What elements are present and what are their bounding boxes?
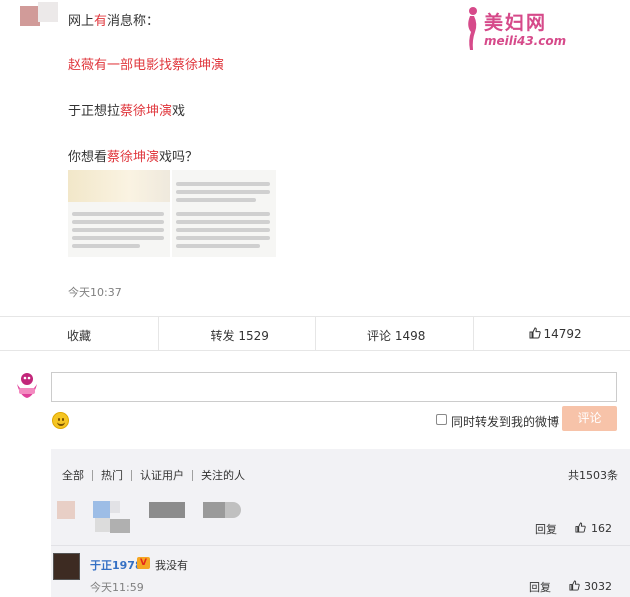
filter-tab-following[interactable]: 关注的人 [201,467,245,483]
filter-tab-all[interactable]: 全部 [62,467,84,483]
reply-button[interactable]: 回复 [529,579,551,595]
hashtag-link[interactable]: 蔡徐坤演 [120,104,172,119]
redacted-block [225,502,241,518]
repost-button[interactable]: 转发 1529 [157,317,316,350]
comment-total-count: 共1503条 [568,469,618,482]
like-count: 3032 [584,580,612,593]
watermark-brand: 美妇网 [484,12,548,34]
comments-panel: 全部 热门 认证用户 关注的人 共1503条 回复 162 于正1978 V 我… [51,449,630,597]
filter-tab-verified[interactable]: 认证用户 [140,467,184,483]
woman-silhouette-icon [468,7,477,50]
repost-checkbox[interactable] [436,414,447,425]
post-line-4: 你想看蔡徐坤演戏吗？ [68,150,199,165]
comment-divider [51,545,630,546]
thumbs-up-icon[interactable] [575,522,586,533]
post-line-3: 于正想拉蔡徐坤演戏 [68,104,186,119]
thumbs-up-icon [529,327,541,339]
filter-tab-hot[interactable]: 热门 [101,467,123,483]
comment-button[interactable]: 评论 1498 [315,317,473,350]
redacted-block [149,502,185,518]
post-image-thumbnail[interactable] [68,170,170,257]
emoji-icon[interactable] [52,412,69,429]
comment-timestamp: 今天11:59 [90,581,144,594]
watermark-url: meili43.com [484,34,567,48]
verified-v-icon: V [137,557,150,569]
post-action-bar: 收藏 转发 1529 评论 1498 14792 [0,316,630,351]
post-line-1: 网上有消息称： [68,14,160,29]
post-timestamp[interactable]: 今天10:37 [68,284,122,300]
post-line-2: 赵薇有一部电影找蔡徐坤演 [68,58,225,73]
post-avatar[interactable] [20,2,58,26]
like-button[interactable]: 14792 [472,317,630,350]
redacted-block [110,501,120,513]
repost-checkbox-label[interactable]: 同时转发到我的微博 [451,413,559,430]
thumbs-up-icon[interactable] [569,580,580,591]
hashtag-link[interactable]: 蔡徐坤演 [107,150,159,165]
comment-input[interactable] [51,372,617,402]
redacted-block [110,519,130,533]
commenter-avatar[interactable] [53,553,80,580]
current-user-avatar[interactable] [14,370,40,400]
post-image-thumbnail[interactable] [172,170,276,257]
favorite-button[interactable]: 收藏 [0,317,158,350]
redacted-block [203,502,225,518]
comment-submit-button[interactable]: 评论 [562,406,617,431]
comment-text: 我没有 [155,559,188,572]
reply-button[interactable]: 回复 [535,521,557,537]
redacted-block [93,501,110,518]
like-count: 162 [591,522,612,535]
comment-filter-tabs: 全部 热门 认证用户 关注的人 [62,467,245,483]
site-watermark: 美妇网 meili43.com [458,6,578,52]
commenter-avatar[interactable] [57,501,75,519]
comment-username[interactable]: 于正1978 [90,557,143,573]
redacted-block [95,518,110,532]
